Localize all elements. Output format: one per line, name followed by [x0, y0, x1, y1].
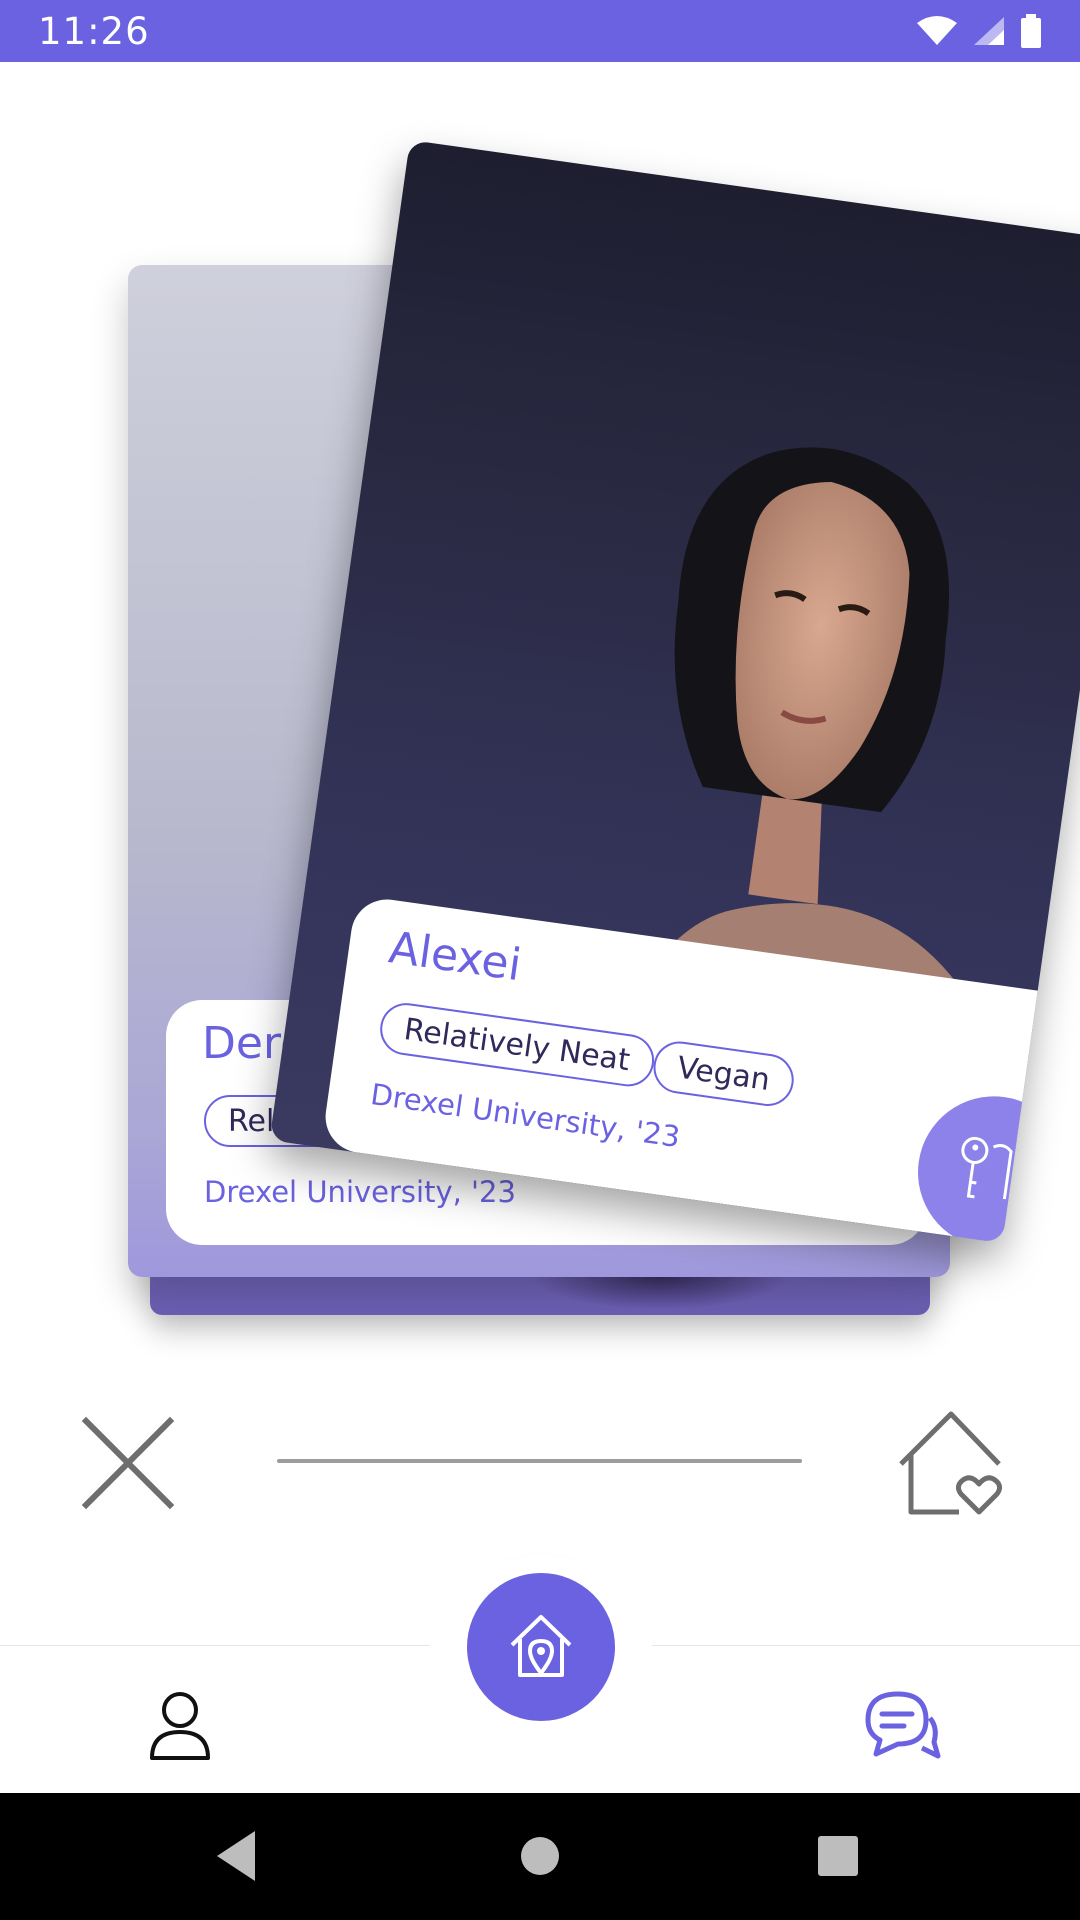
signal-icon	[974, 17, 1004, 45]
screen: 11:26 Derek Drexel University, '23 Alexe…	[0, 0, 1080, 1920]
profile-school: Drexel University, '23	[368, 1077, 683, 1155]
chat-nav-button[interactable]	[862, 1684, 942, 1764]
swipe-track	[277, 1459, 802, 1463]
home-nav-button[interactable]	[467, 1573, 615, 1721]
reject-button[interactable]	[80, 1415, 176, 1511]
battery-icon	[1021, 14, 1041, 48]
system-home-button[interactable]	[507, 1823, 573, 1889]
profile-tag: Vegan	[650, 1038, 798, 1110]
status-time: 11:26	[38, 9, 150, 53]
profile-tag: Relatively Neat	[376, 999, 658, 1090]
system-back-button[interactable]	[203, 1823, 269, 1889]
home-location-icon	[510, 1615, 572, 1677]
status-icons	[916, 14, 1042, 48]
home-circle-icon	[521, 1837, 559, 1875]
profile-icon	[150, 1692, 210, 1760]
profile-name: Alexei	[385, 922, 525, 992]
status-bar: 11:26	[0, 0, 1080, 62]
profile-card-alexei[interactable]: Alexei Relatively Neat Vegan Drexel Univ…	[269, 140, 1080, 1244]
profile-nav-button[interactable]	[140, 1684, 220, 1764]
back-icon	[217, 1831, 255, 1881]
like-button[interactable]	[895, 1408, 1007, 1518]
profile-school: Drexel University, '23	[204, 1175, 516, 1209]
chat-icon	[865, 1691, 941, 1759]
wifi-icon	[917, 16, 957, 45]
close-icon	[81, 1416, 175, 1510]
house-heart-icon	[899, 1411, 1003, 1515]
keys-button[interactable]	[908, 1086, 1080, 1244]
keys-icon	[961, 1136, 1013, 1200]
system-nav-bar	[0, 1793, 1080, 1920]
system-recents-button[interactable]	[805, 1823, 871, 1889]
recents-icon	[818, 1836, 858, 1876]
